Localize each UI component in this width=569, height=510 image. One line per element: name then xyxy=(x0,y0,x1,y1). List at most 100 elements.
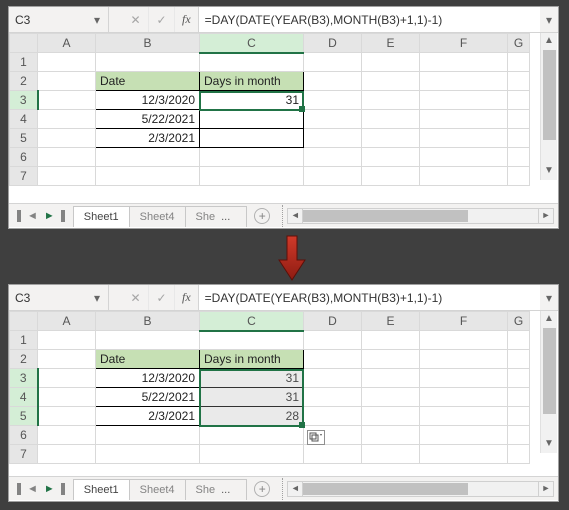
sheet-tab[interactable]: She... xyxy=(185,206,248,227)
cell-reference-input[interactable] xyxy=(9,9,87,31)
cell[interactable]: 31 xyxy=(200,369,304,388)
cancel-formula-icon: ✕ xyxy=(123,285,149,310)
scroll-right-icon[interactable]: ► xyxy=(538,208,554,224)
horizontal-scrollbar[interactable]: ◄ ► xyxy=(287,208,558,224)
row-header[interactable]: 6 xyxy=(10,148,38,167)
enter-formula-icon: ✓ xyxy=(149,285,175,310)
scrollbar-thumb[interactable] xyxy=(543,50,556,140)
cell[interactable] xyxy=(200,110,304,129)
scrollbar-thumb[interactable] xyxy=(543,328,556,414)
row-header[interactable]: 3 xyxy=(10,91,38,110)
cell[interactable]: Date xyxy=(96,72,200,91)
vertical-scrollbar[interactable]: ▲ ▼ xyxy=(540,311,557,453)
cell[interactable]: Days in month xyxy=(200,72,304,91)
formula-bar-expand-icon[interactable]: ▾ xyxy=(540,7,558,32)
tab-nav-next-icon[interactable]: ► xyxy=(42,210,57,222)
cell[interactable]: Days in month xyxy=(200,350,304,369)
row-header[interactable]: 6 xyxy=(10,426,38,445)
col-header-f[interactable]: F xyxy=(420,34,508,53)
formula-bar: ▾ ✕ ✓ fx ▾ xyxy=(9,7,558,33)
scroll-up-icon[interactable]: ▲ xyxy=(541,33,557,50)
horizontal-scrollbar[interactable]: ◄ ► xyxy=(287,481,558,497)
col-header-d[interactable]: D xyxy=(304,34,362,53)
row-header[interactable]: 5 xyxy=(10,129,38,148)
col-header-e[interactable]: E xyxy=(362,312,420,331)
cell[interactable]: 2/3/2021 xyxy=(96,129,200,148)
col-header-c[interactable]: C xyxy=(200,312,304,331)
enter-formula-icon: ✓ xyxy=(149,7,175,32)
name-box-dropdown-icon[interactable]: ▾ xyxy=(87,285,107,311)
tab-nav: ◄ ► xyxy=(9,483,73,495)
name-box[interactable]: ▾ xyxy=(9,7,109,32)
tab-nav: ◄ ► xyxy=(9,210,73,222)
spreadsheet-grid[interactable]: A B C D E F G 1 2 Date Days in month 3 1… xyxy=(9,311,558,476)
autofill-options-icon[interactable] xyxy=(307,430,325,445)
col-header-e[interactable]: E xyxy=(362,34,420,53)
cell[interactable]: 31 xyxy=(200,91,304,110)
scroll-up-icon[interactable]: ▲ xyxy=(541,311,557,328)
row-header[interactable]: 7 xyxy=(10,167,38,186)
cell[interactable]: 28 xyxy=(200,407,304,426)
name-box-dropdown-icon[interactable]: ▾ xyxy=(87,7,107,33)
scroll-right-icon[interactable]: ► xyxy=(538,481,554,497)
row-header[interactable]: 1 xyxy=(10,53,38,72)
col-header-d[interactable]: D xyxy=(304,312,362,331)
select-all-corner[interactable] xyxy=(10,34,38,53)
cell[interactable]: Date xyxy=(96,350,200,369)
scroll-left-icon[interactable]: ◄ xyxy=(287,481,303,497)
scroll-down-icon[interactable]: ▼ xyxy=(541,436,557,453)
select-all-corner[interactable] xyxy=(10,312,38,331)
col-header-c[interactable]: C xyxy=(200,34,304,53)
col-header-a[interactable]: A xyxy=(38,34,96,53)
cell[interactable]: 12/3/2020 xyxy=(96,91,200,110)
tab-nav-prev-icon[interactable]: ◄ xyxy=(25,210,40,222)
formula-bar: ▾ ✕ ✓ fx ▾ xyxy=(9,285,558,311)
row-header[interactable]: 3 xyxy=(10,369,38,388)
scroll-down-icon[interactable]: ▼ xyxy=(541,163,557,180)
sheet-tab-bar: ◄ ► Sheet1 Sheet4 She... + ◄ ► xyxy=(9,476,558,500)
excel-panel-before: ▾ ✕ ✓ fx ▾ A B C D E F G 1 2 Date Days i… xyxy=(8,6,559,229)
new-sheet-button[interactable]: + xyxy=(254,208,270,224)
col-header-g[interactable]: G xyxy=(508,34,530,53)
new-sheet-button[interactable]: + xyxy=(254,481,270,497)
cell-reference-input[interactable] xyxy=(9,287,87,309)
row-header[interactable]: 4 xyxy=(10,388,38,407)
cell[interactable]: 5/22/2021 xyxy=(96,388,200,407)
sheet-tab[interactable]: Sheet1 xyxy=(73,206,130,227)
arrow-down-icon xyxy=(277,234,307,282)
formula-input[interactable] xyxy=(199,285,540,310)
cell[interactable]: 5/22/2021 xyxy=(96,110,200,129)
row-header[interactable]: 2 xyxy=(10,350,38,369)
row-header[interactable]: 4 xyxy=(10,110,38,129)
sheet-tab[interactable]: Sheet4 xyxy=(129,479,186,500)
vertical-scrollbar[interactable]: ▲ ▼ xyxy=(540,33,557,180)
tab-nav-prev-icon[interactable]: ◄ xyxy=(25,483,40,495)
row-header[interactable]: 1 xyxy=(10,331,38,350)
cell[interactable]: 12/3/2020 xyxy=(96,369,200,388)
sheet-tab-bar: ◄ ► Sheet1 Sheet4 She... + ◄ ► xyxy=(9,203,558,227)
cell[interactable]: 2/3/2021 xyxy=(96,407,200,426)
excel-panel-after: ▾ ✕ ✓ fx ▾ A B C D E F G 1 2 Date Days i… xyxy=(8,284,559,502)
cancel-formula-icon: ✕ xyxy=(123,7,149,32)
cell[interactable]: 31 xyxy=(200,388,304,407)
spreadsheet-grid[interactable]: A B C D E F G 1 2 Date Days in month 3 1… xyxy=(9,33,558,203)
col-header-f[interactable]: F xyxy=(420,312,508,331)
row-header[interactable]: 5 xyxy=(10,407,38,426)
row-header[interactable]: 2 xyxy=(10,72,38,91)
insert-function-icon[interactable]: fx xyxy=(175,7,199,32)
col-header-a[interactable]: A xyxy=(38,312,96,331)
sheet-tab[interactable]: She... xyxy=(185,479,248,500)
insert-function-icon[interactable]: fx xyxy=(175,285,199,310)
formula-bar-expand-icon[interactable]: ▾ xyxy=(540,285,558,310)
col-header-b[interactable]: B xyxy=(96,34,200,53)
name-box[interactable]: ▾ xyxy=(9,285,109,310)
sheet-tab[interactable]: Sheet1 xyxy=(73,479,130,500)
formula-input[interactable] xyxy=(199,7,540,32)
cell[interactable] xyxy=(200,129,304,148)
col-header-g[interactable]: G xyxy=(508,312,530,331)
row-header[interactable]: 7 xyxy=(10,445,38,464)
tab-nav-next-icon[interactable]: ► xyxy=(42,483,57,495)
scroll-left-icon[interactable]: ◄ xyxy=(287,208,303,224)
col-header-b[interactable]: B xyxy=(96,312,200,331)
sheet-tab[interactable]: Sheet4 xyxy=(129,206,186,227)
